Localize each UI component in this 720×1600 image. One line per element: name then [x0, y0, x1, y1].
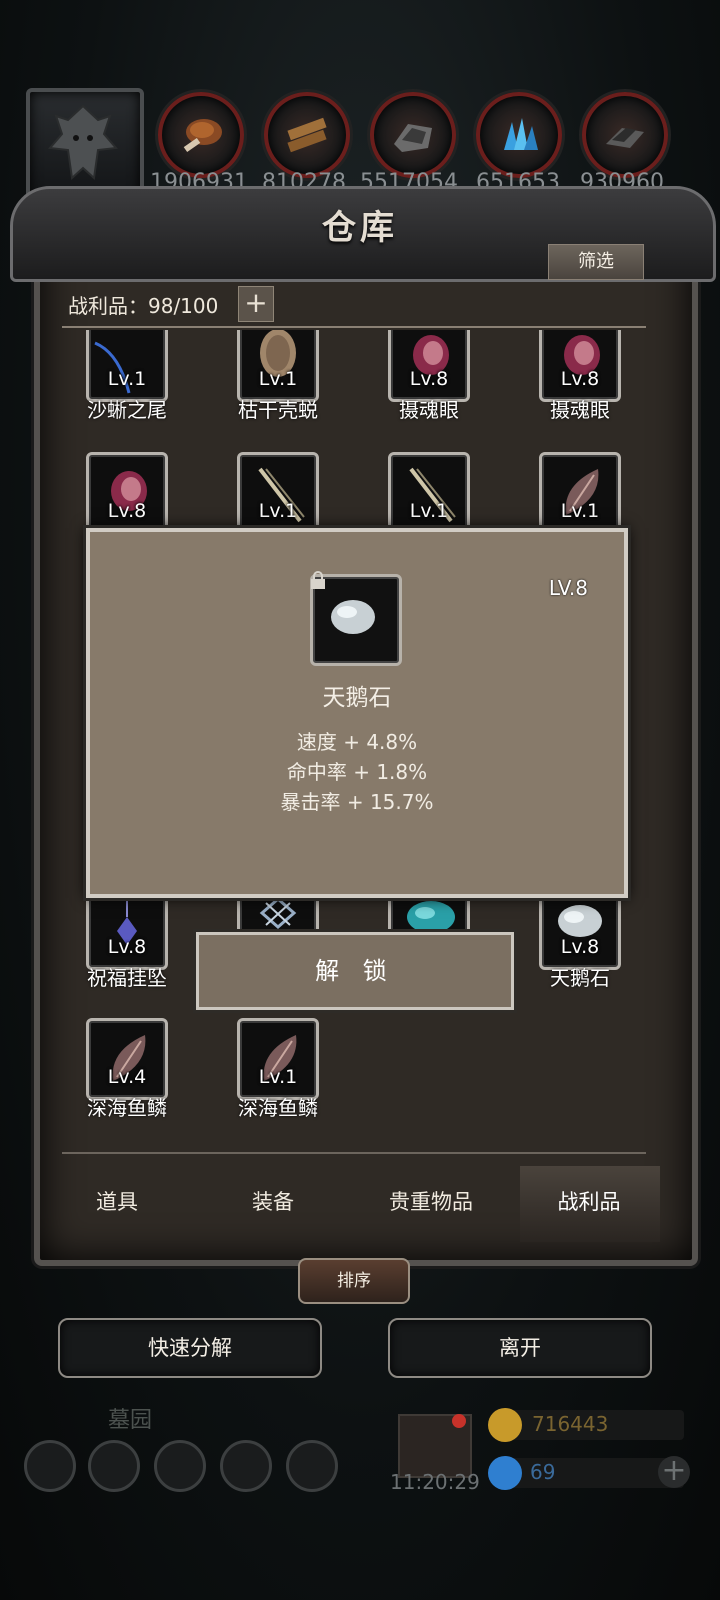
loot-count-label: 战利品：98/100 — [68, 294, 219, 318]
timer: 11:20:29 — [390, 1470, 480, 1494]
stone-icon — [394, 124, 432, 152]
sort-button[interactable]: 排序 — [298, 1258, 410, 1304]
item-name: 枯干壳蜕 — [238, 398, 318, 422]
item-detail-level: LV.8 — [548, 576, 588, 600]
meat-icon — [183, 119, 222, 153]
item-name: 深海鱼鳞 — [87, 1096, 167, 1120]
filter-button[interactable]: 筛选 — [548, 244, 644, 280]
item-slot[interactable]: Lv.1 — [539, 452, 621, 534]
item-slot[interactable]: Lv.8 摄魂眼 — [388, 330, 470, 422]
item-level: Lv.1 — [258, 368, 298, 390]
gem-bar — [500, 1458, 684, 1488]
item-slot[interactable]: Lv.8 — [86, 452, 168, 534]
iron-icon — [606, 128, 644, 148]
item-slot[interactable]: Lv.1 枯干壳蜕 — [237, 330, 319, 422]
wood-icon — [287, 117, 327, 153]
location-label: 墓园 — [108, 1408, 153, 1433]
hero-icon[interactable] — [154, 1440, 206, 1492]
leave-button[interactable]: 离开 — [388, 1318, 652, 1378]
item-slot[interactable]: Lv.1 沙蜥之尾 — [86, 330, 168, 422]
tab-valuables[interactable]: 贵重物品 — [356, 1186, 506, 1216]
item-detail-name: 天鹅石 — [322, 685, 392, 711]
item-level: Lv.1 — [409, 500, 449, 522]
item-name: 沙蜥之尾 — [87, 398, 167, 422]
star-icon[interactable] — [88, 1440, 140, 1492]
dragon-icon — [48, 104, 118, 181]
settings-icon[interactable] — [24, 1440, 76, 1492]
expand-capacity-button[interactable]: + — [238, 286, 274, 322]
resource-meat[interactable] — [158, 92, 244, 178]
add-currency-button[interactable]: + — [658, 1456, 690, 1488]
item-name: 深海鱼鳞 — [238, 1096, 318, 1120]
pet-icon[interactable] — [286, 1440, 338, 1492]
item-level: Lv.8 — [560, 368, 600, 390]
crystal-icon — [504, 118, 538, 150]
tab-items[interactable]: 道具 — [42, 1186, 192, 1216]
item-stat: 暴击率 + 15.7% — [280, 790, 434, 814]
gem-value: 69 — [530, 1460, 556, 1484]
tab-loot[interactable]: 战利品 — [514, 1186, 664, 1216]
divider — [62, 1152, 646, 1154]
resource-crystal[interactable] — [476, 92, 562, 178]
item-slot[interactable]: Lv.8 摄魂眼 — [539, 330, 621, 422]
item-level: Lv.1 — [560, 500, 600, 522]
item-name: 天鹅石 — [550, 966, 610, 990]
resource-stone[interactable] — [370, 92, 456, 178]
item-stat: 速度 + 4.8% — [296, 730, 418, 754]
item-level: Lv.1 — [258, 1066, 298, 1088]
item-name: 摄魂眼 — [399, 398, 459, 422]
item-level: Lv.1 — [107, 368, 147, 390]
mail-icon[interactable] — [220, 1440, 272, 1492]
divider — [62, 326, 646, 328]
item-slot[interactable]: Lv.1 深海鱼鳞 — [237, 1018, 319, 1120]
item-detail-popup: LV.8 天鹅石 速度 + 4.8% 命中率 + 1.8% 暴击率 + 15.7… — [86, 528, 628, 898]
item-slot[interactable]: Lv.1 — [388, 452, 470, 534]
item-level: Lv.8 — [560, 936, 600, 958]
item-level: Lv.1 — [258, 500, 298, 522]
item-level: Lv.8 — [409, 368, 449, 390]
resource-iron[interactable] — [582, 92, 668, 178]
gold-coin-icon — [488, 1408, 522, 1442]
resource-wood[interactable] — [264, 92, 350, 178]
item-level: Lv.4 — [107, 1066, 147, 1088]
item-slot[interactable]: Lv.1 — [237, 452, 319, 534]
item-slot[interactable]: Lv.4 深海鱼鳞 — [86, 1018, 168, 1120]
gold-value: 716443 — [532, 1412, 609, 1436]
tab-equipment[interactable]: 装备 — [198, 1186, 348, 1216]
notification-dot — [452, 1414, 466, 1428]
unlock-button[interactable]: 解 锁 — [196, 932, 514, 1010]
gem-icon — [488, 1456, 522, 1490]
lock-icon — [311, 571, 325, 589]
item-level: Lv.8 — [107, 936, 147, 958]
quick-decompose-button[interactable]: 快速分解 — [58, 1318, 322, 1378]
item-stat: 命中率 + 1.8% — [286, 760, 428, 784]
item-name: 祝福挂坠 — [87, 966, 167, 990]
page-title: 仓库 — [322, 208, 398, 248]
item-slot[interactable]: Lv.8 天鹅石 — [539, 888, 621, 990]
item-level: Lv.8 — [107, 500, 147, 522]
item-slot[interactable]: Lv.8 祝福挂坠 — [86, 888, 168, 990]
item-name: 摄魂眼 — [550, 398, 610, 422]
